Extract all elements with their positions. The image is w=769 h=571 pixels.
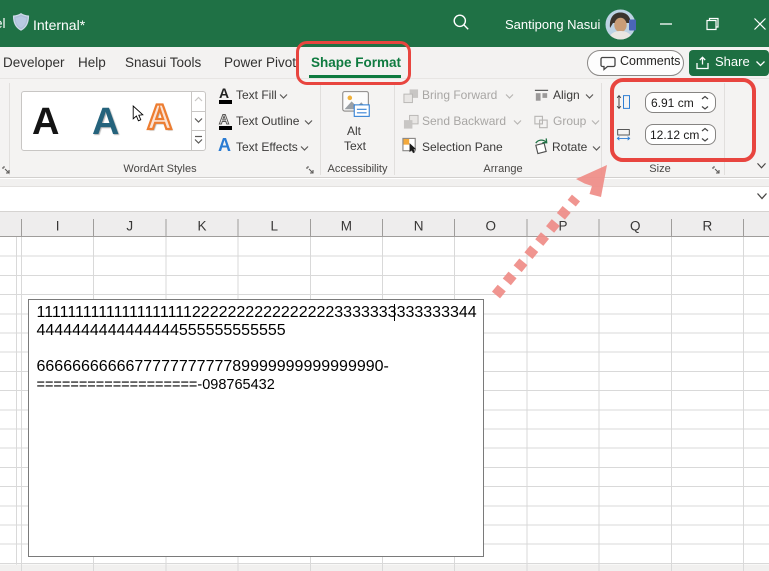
svg-text:J: J <box>126 219 133 234</box>
svg-text:M: M <box>341 219 352 234</box>
svg-text:K: K <box>197 219 206 234</box>
svg-text:R: R <box>703 219 713 234</box>
svg-text:L: L <box>270 219 278 234</box>
svg-text:I: I <box>56 219 60 234</box>
svg-text:N: N <box>414 219 424 234</box>
